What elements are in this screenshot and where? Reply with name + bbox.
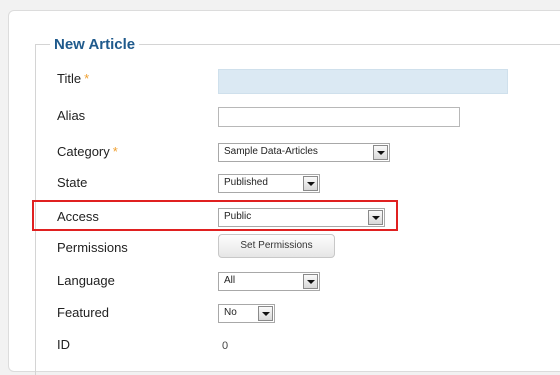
chevron-down-icon[interactable] (303, 176, 318, 191)
title-label-row: Title * (57, 71, 89, 87)
form-legend: New Article (50, 36, 140, 54)
access-select[interactable]: Public (218, 208, 385, 227)
access-select-value: Public (224, 211, 252, 222)
title-input[interactable] (218, 69, 508, 94)
language-select-value: All (224, 275, 236, 286)
language-select[interactable]: All (218, 272, 320, 291)
state-select[interactable]: Published (218, 174, 320, 193)
access-label: Access (57, 209, 99, 224)
chevron-down-icon[interactable] (368, 210, 383, 225)
title-label: Title (57, 71, 82, 86)
id-label: ID (57, 337, 70, 352)
title-required-marker: * (84, 71, 90, 86)
category-select-value: Sample Data-Articles (224, 146, 318, 157)
id-value: 0 (222, 340, 229, 352)
featured-select-value: No (224, 307, 237, 318)
permissions-label: Permissions (57, 240, 128, 255)
chevron-down-icon[interactable] (373, 145, 388, 160)
featured-label: Featured (57, 305, 110, 320)
set-permissions-button[interactable]: Set Permissions (218, 234, 335, 258)
category-required-marker: * (112, 144, 118, 159)
state-select-value: Published (224, 177, 268, 188)
alias-input[interactable] (218, 107, 460, 127)
category-select[interactable]: Sample Data-Articles (218, 143, 390, 162)
state-label: State (57, 175, 88, 190)
chevron-down-icon[interactable] (258, 306, 273, 321)
featured-select[interactable]: No (218, 304, 275, 323)
chevron-down-icon[interactable] (303, 274, 318, 289)
category-label: Category (57, 144, 110, 159)
alias-label: Alias (57, 108, 86, 123)
language-label: Language (57, 273, 115, 288)
category-label-row: Category * (57, 144, 118, 160)
